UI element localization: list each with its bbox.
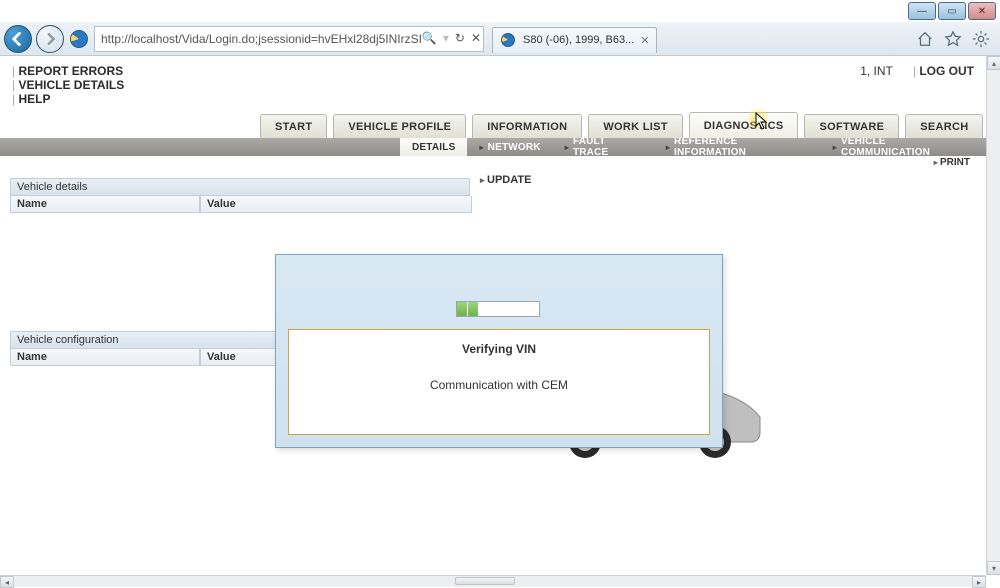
page-body: REPORT ERRORS VEHICLE DETAILS HELP 1, IN… [0,56,986,575]
browser-tab[interactable]: S80 (-06), 1999, B63... ✕ [492,27,657,53]
browser-toolbar: 🔍 ▾ S80 (-06), 1999, B63... ✕ [0,22,1000,56]
tab-close-icon[interactable]: ✕ [640,34,649,47]
col-value: Value [200,196,472,213]
col-name: Name [10,349,200,366]
tab-work-list[interactable]: WORK LIST [588,114,682,138]
header-row: REPORT ERRORS VEHICLE DETAILS HELP 1, IN… [0,56,986,106]
link-help[interactable]: HELP [12,92,124,106]
url-input[interactable] [99,31,455,47]
browser-tab-strip: S80 (-06), 1999, B63... ✕ [492,25,657,53]
vertical-scrollbar[interactable]: ▴ ▾ [986,56,1000,575]
address-bar[interactable]: 🔍 ▾ [94,26,484,52]
logout-link[interactable]: LOG OUT [913,64,974,78]
window-close-button[interactable]: ✕ [968,2,996,20]
scroll-down-button[interactable]: ▾ [987,561,1000,575]
ie-logo-icon [70,30,88,48]
col-name: Name [10,196,200,213]
browser-tab-title: S80 (-06), 1999, B63... [523,34,634,46]
nav-forward-button[interactable] [36,25,64,53]
link-report-errors[interactable]: REPORT ERRORS [12,64,124,78]
print-link[interactable]: PRINT [934,157,970,172]
dialog-message: Communication with CEM [430,378,568,392]
primary-tabs: START VEHICLE PROFILE INFORMATION WORK L… [0,112,986,138]
browser-tool-icons [916,30,996,48]
vehicle-details-title: Vehicle details [10,178,470,196]
user-label: 1, INT [860,64,893,78]
scroll-left-button[interactable]: ◂ [0,576,14,588]
tab-diagnostics[interactable]: DIAGNOSTICS [689,112,799,138]
print-row: PRINT [0,156,986,172]
scroll-thumb[interactable] [455,577,515,585]
verifying-vin-dialog: Verifying VIN Communication with CEM [275,254,723,448]
sub-tabs: DETAILS NETWORK FAULT TRACE REFERENCE IN… [0,138,986,156]
nav-back-button[interactable] [4,25,32,53]
scroll-track[interactable] [14,576,972,587]
subtab-vehicle-communication[interactable]: VEHICLE COMMUNICATION [821,136,986,158]
tab-information[interactable]: INFORMATION [472,114,582,138]
scroll-up-button[interactable]: ▴ [987,56,1000,70]
header-links: REPORT ERRORS VEHICLE DETAILS HELP [12,64,124,106]
update-link[interactable]: UPDATE [480,174,531,186]
progress-bar [456,301,540,317]
tab-software[interactable]: SOFTWARE [804,114,899,138]
stop-icon[interactable] [471,31,481,46]
settings-icon[interactable] [972,30,990,48]
header-right: 1, INT LOG OUT [860,64,974,78]
vehicle-details-header: Name Value [10,196,472,213]
window-controls: — ▭ ✕ [908,2,996,20]
dialog-title: Verifying VIN [462,342,536,356]
tab-vehicle-profile[interactable]: VEHICLE PROFILE [333,114,466,138]
favorites-icon[interactable] [944,30,962,48]
tab-start[interactable]: START [260,114,327,138]
home-icon[interactable] [916,30,934,48]
horizontal-scrollbar[interactable]: ◂ ▸ [0,575,986,587]
reload-icon[interactable] [455,31,465,46]
subtab-reference-information[interactable]: REFERENCE INFORMATION [654,136,821,158]
subtab-fault-trace[interactable]: FAULT TRACE [553,136,654,158]
window-minimize-button[interactable]: — [908,2,936,20]
link-vehicle-details[interactable]: VEHICLE DETAILS [12,78,124,92]
subtab-details[interactable]: DETAILS [400,138,467,156]
tab-search[interactable]: SEARCH [905,114,983,138]
tab-favicon-icon [501,33,515,47]
dialog-body: Verifying VIN Communication with CEM [288,329,710,435]
scroll-right-button[interactable]: ▸ [972,576,986,588]
subtab-network[interactable]: NETWORK [467,142,552,153]
window-maximize-button[interactable]: ▭ [938,2,966,20]
search-icon[interactable]: 🔍 [422,31,437,46]
